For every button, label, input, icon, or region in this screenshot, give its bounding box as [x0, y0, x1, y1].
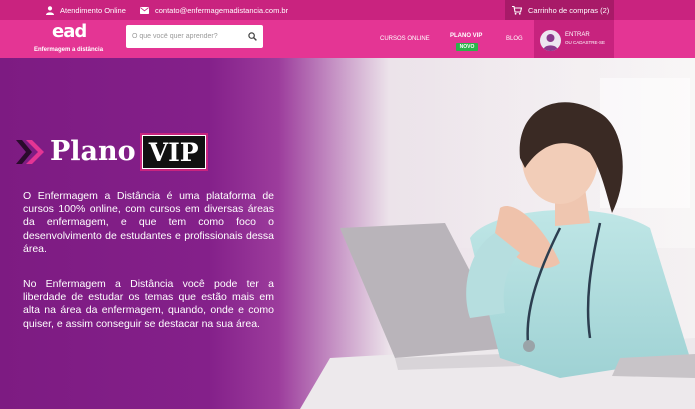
search-box [126, 25, 263, 48]
hero-banner: Plano VIP O Enfermagem a Distância é uma… [0, 58, 695, 409]
hero-paragraph-1: O Enfermagem a Distância é uma plataform… [23, 190, 274, 255]
novo-badge: NOVO [456, 43, 478, 51]
hero-title-plano: Plano [50, 136, 136, 167]
hero-title: Plano VIP [14, 132, 208, 172]
hero-title-vip: VIP [139, 133, 208, 171]
contact-email-label: contato@enfermagemadistancia.com.br [155, 5, 289, 15]
search-icon[interactable] [248, 32, 257, 41]
cart-icon [512, 5, 522, 15]
entrar-link[interactable]: ENTRAR [565, 32, 590, 38]
nav-cursos-online[interactable]: CURSOS ONLINE [380, 20, 430, 58]
main-header: ead Enfermagem a distância CURSOS ONLINE… [0, 20, 695, 58]
logo-mark: ead [52, 21, 87, 42]
cart-button[interactable]: Carrinho de compras (2) [505, 0, 614, 20]
cart-label: Carrinho de compras (2) [528, 5, 610, 15]
atendimento-online-label: Atendimento Online [60, 5, 126, 15]
site-logo[interactable]: ead Enfermagem a distância [34, 20, 104, 58]
login-area[interactable]: ENTRAR OU CADASTRE-SE [534, 20, 614, 58]
nav-blog[interactable]: BLOG [506, 20, 523, 58]
atendimento-online-link[interactable]: Atendimento Online [46, 0, 126, 20]
search-input[interactable] [126, 33, 241, 40]
top-bar: Atendimento Online contato@enfermagemadi… [0, 0, 695, 20]
chevron-right-icon [16, 140, 44, 164]
hero-paragraph-2: No Enfermagem a Distância você pode ter … [23, 278, 274, 330]
user-icon [46, 5, 54, 15]
mail-icon [140, 6, 149, 14]
logo-subtitle: Enfermagem a distância [34, 47, 104, 53]
cadastre-link[interactable]: OU CADASTRE-SE [565, 40, 605, 45]
nav-plano-vip[interactable]: PLANO VIP [450, 33, 482, 39]
contact-email-link[interactable]: contato@enfermagemadistancia.com.br [140, 0, 288, 20]
avatar-icon [540, 30, 561, 51]
